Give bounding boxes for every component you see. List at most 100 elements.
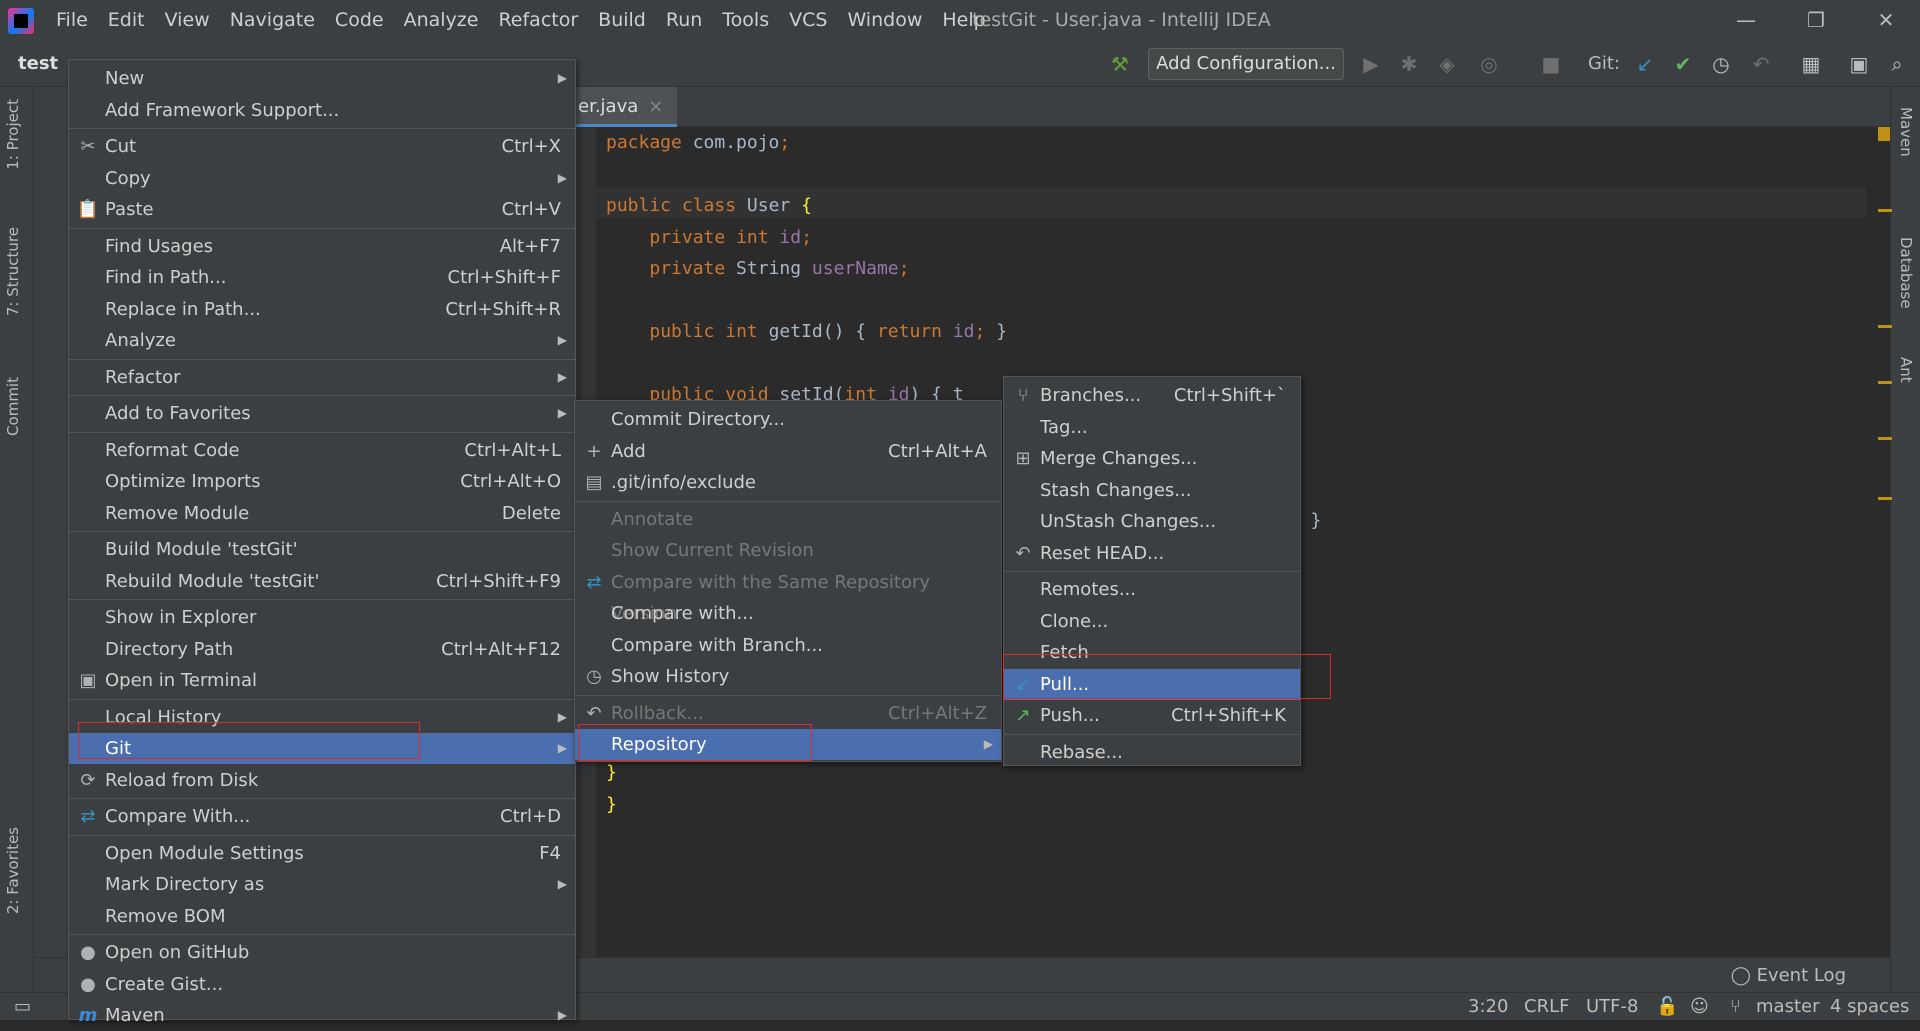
ctx-open-module-settings[interactable]: Open Module Settings F4: [69, 838, 575, 869]
menu-build[interactable]: Build: [588, 0, 656, 41]
ctx-find-in-path[interactable]: Find in Path... Ctrl+Shift+F: [69, 262, 575, 293]
ctx-compare-with[interactable]: ⇄ Compare With... Ctrl+D: [69, 801, 575, 832]
stop-icon[interactable]: ■: [1536, 49, 1566, 79]
caret-position[interactable]: 3:20: [1468, 993, 1508, 1021]
menu-navigate[interactable]: Navigate: [220, 0, 325, 41]
terminal-icon[interactable]: ▣: [1844, 49, 1874, 79]
repo-rebase[interactable]: Rebase...: [1004, 737, 1300, 768]
ctx-reformat-code[interactable]: Reformat Code Ctrl+Alt+L: [69, 435, 575, 466]
file-encoding[interactable]: UTF-8: [1586, 993, 1638, 1021]
ctx-new[interactable]: New ▶: [69, 63, 575, 94]
ant-tool-tab[interactable]: Ant: [1897, 357, 1915, 383]
line-separator[interactable]: CRLF: [1524, 993, 1569, 1021]
commit-tool-tab[interactable]: Commit: [4, 377, 22, 436]
menu-run[interactable]: Run: [656, 0, 712, 41]
ctx-add-to-favorites[interactable]: Add to Favorites ▶: [69, 398, 575, 429]
lock-icon[interactable]: 🔓: [1656, 993, 1678, 1021]
ctx-reload-from-disk[interactable]: ⟳ Reload from Disk: [69, 765, 575, 796]
ctx-copy[interactable]: Copy ▶: [69, 163, 575, 194]
ctx-add-framework-support[interactable]: Add Framework Support...: [69, 95, 575, 126]
add-configuration-button[interactable]: Add Configuration...: [1148, 48, 1344, 80]
ctx-remove-bom[interactable]: Remove BOM: [69, 901, 575, 932]
submenu-arrow-icon: ▶: [557, 1008, 567, 1022]
menu-window[interactable]: Window: [837, 0, 932, 41]
ctx-remove-module[interactable]: Remove Module Delete: [69, 498, 575, 529]
ctx-maven[interactable]: m Maven ▶: [69, 1000, 575, 1031]
editor-scrollbar[interactable]: [1876, 127, 1892, 907]
menu-analyze[interactable]: Analyze: [394, 0, 489, 41]
repo-merge-changes[interactable]: ⊞ Merge Changes...: [1004, 443, 1300, 474]
maven-tool-tab[interactable]: Maven: [1897, 107, 1915, 157]
debug-icon[interactable]: ✱: [1394, 49, 1424, 79]
repo-stash-changes[interactable]: Stash Changes...: [1004, 475, 1300, 506]
project-tool-tab[interactable]: 1: Project: [4, 99, 22, 170]
minimize-button[interactable]: —: [1716, 0, 1776, 41]
coverage-icon[interactable]: ◈: [1432, 49, 1462, 79]
structure-tool-tab[interactable]: 7: Structure: [4, 227, 22, 316]
menu-edit[interactable]: Edit: [98, 0, 155, 41]
menu-vcs[interactable]: VCS: [779, 0, 837, 41]
git-history-icon[interactable]: ◷: [1706, 49, 1736, 79]
ctx-replace-in-path[interactable]: Replace in Path... Ctrl+Shift+R: [69, 294, 575, 325]
error-stripe-mark[interactable]: [1878, 325, 1892, 328]
ctx-open-on-github[interactable]: ● Open on GitHub: [69, 937, 575, 968]
git-compare-with-branch[interactable]: Compare with Branch...: [575, 630, 1001, 661]
profile-icon[interactable]: ◎: [1474, 49, 1504, 79]
indent-setting[interactable]: 4 spaces: [1830, 993, 1909, 1021]
ctx-show-in-explorer[interactable]: Show in Explorer: [69, 602, 575, 633]
menu-file[interactable]: File: [46, 0, 98, 41]
reset-head-icon: ↶: [1015, 542, 1031, 564]
ctx-analyze[interactable]: Analyze ▶: [69, 325, 575, 356]
repo-clone[interactable]: Clone...: [1004, 606, 1300, 637]
favorites-tool-tab[interactable]: 2: Favorites: [4, 827, 22, 914]
git-commit-directory[interactable]: Commit Directory...: [575, 404, 1001, 435]
database-tool-tab[interactable]: Database: [1897, 237, 1915, 309]
breadcrumb[interactable]: test: [18, 41, 58, 87]
ctx-mark-directory-as[interactable]: Mark Directory as ▶: [69, 869, 575, 900]
repo-push[interactable]: ↗ Push... Ctrl+Shift+K: [1004, 700, 1300, 731]
ctx-find-usages[interactable]: Find Usages Alt+F7: [69, 231, 575, 262]
ctx-open-in-terminal[interactable]: ▣ Open in Terminal: [69, 665, 575, 696]
menu-code[interactable]: Code: [325, 0, 394, 41]
menu-view[interactable]: View: [155, 0, 220, 41]
git-show-history[interactable]: ◷ Show History: [575, 661, 1001, 692]
restore-button[interactable]: ❐: [1786, 0, 1846, 41]
event-log-button[interactable]: ◯ Event Log: [1731, 958, 1846, 993]
git-git-info-exclude[interactable]: ▤ .git/info/exclude: [575, 467, 1001, 498]
close-button[interactable]: ✕: [1856, 0, 1916, 41]
ctx-directory-path[interactable]: Directory Path Ctrl+Alt+F12: [69, 634, 575, 665]
git-update-icon[interactable]: ↙: [1630, 49, 1660, 79]
inspection-status-icon[interactable]: [1878, 127, 1890, 141]
menu-tools[interactable]: Tools: [712, 0, 779, 41]
ctx-create-gist[interactable]: ● Create Gist...: [69, 969, 575, 1000]
error-stripe-mark[interactable]: [1878, 209, 1892, 212]
ctx-rebuild-module-testgit[interactable]: Rebuild Module 'testGit' Ctrl+Shift+F9: [69, 566, 575, 597]
repo-branches[interactable]: ⑂ Branches... Ctrl+Shift+`: [1004, 380, 1300, 411]
error-stripe-mark[interactable]: [1878, 381, 1892, 384]
git-add[interactable]: + Add Ctrl+Alt+A: [575, 436, 1001, 467]
hector-icon[interactable]: ☺: [1690, 993, 1709, 1021]
ctx-refactor[interactable]: Refactor ▶: [69, 362, 575, 393]
tab-user-java[interactable]: er.java ×: [560, 87, 678, 127]
run-icon[interactable]: ▶: [1356, 49, 1386, 79]
error-stripe-mark[interactable]: [1878, 437, 1892, 440]
project-structure-icon[interactable]: ▦: [1796, 49, 1826, 79]
ctx-paste[interactable]: 📋 Paste Ctrl+V: [69, 194, 575, 225]
repo-unstash-changes[interactable]: UnStash Changes...: [1004, 506, 1300, 537]
git-branch[interactable]: master: [1756, 993, 1819, 1021]
ctx-cut[interactable]: ✂ Cut Ctrl+X: [69, 131, 575, 162]
repo-remotes[interactable]: Remotes...: [1004, 574, 1300, 605]
error-stripe-mark[interactable]: [1878, 497, 1892, 500]
ctx-build-module-testgit[interactable]: Build Module 'testGit': [69, 534, 575, 565]
close-tab-icon[interactable]: ×: [648, 96, 663, 117]
git-commit-icon[interactable]: ✔: [1668, 49, 1698, 79]
repo-reset-head[interactable]: ↶ Reset HEAD...: [1004, 538, 1300, 569]
menu-refactor[interactable]: Refactor: [488, 0, 588, 41]
toggle-tool-windows-icon[interactable]: ▭: [14, 993, 31, 1021]
build-hammer-icon[interactable]: ⚒: [1105, 49, 1135, 79]
search-icon[interactable]: ⌕: [1882, 49, 1912, 79]
git-rollback-icon[interactable]: ↶: [1746, 49, 1776, 79]
git-compare-with[interactable]: Compare with...: [575, 598, 1001, 629]
ctx-optimize-imports[interactable]: Optimize Imports Ctrl+Alt+O: [69, 466, 575, 497]
repo-tag[interactable]: Tag...: [1004, 412, 1300, 443]
